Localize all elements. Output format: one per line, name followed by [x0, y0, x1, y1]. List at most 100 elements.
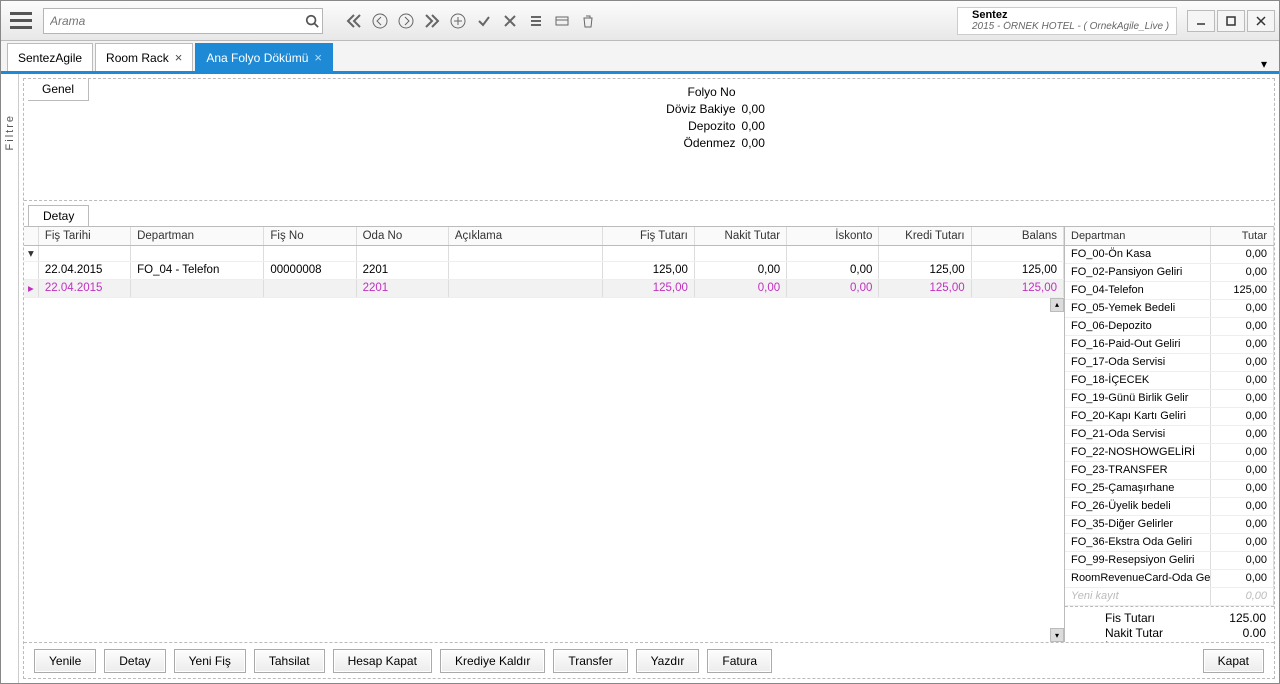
table-row[interactable]: FO_25-Çamaşırhane0,00 — [1065, 479, 1274, 497]
table-row[interactable]: FO_22-NOSHOWGELİRİ0,00 — [1065, 443, 1274, 461]
column-header[interactable]: Fiş Tarihi — [38, 227, 130, 245]
krediye-kaldır-button[interactable]: Krediye Kaldır — [440, 649, 545, 673]
tabs-overflow-icon[interactable]: ▾ — [1255, 57, 1273, 71]
column-header[interactable]: Açıklama — [448, 227, 602, 245]
column-header[interactable]: Tutar — [1211, 227, 1274, 245]
filter-indicator-icon[interactable]: ▾ — [24, 245, 38, 261]
main-panel: Genel Folyo NoDöviz Bakiye0,00Depozito0,… — [23, 78, 1275, 679]
table-row[interactable]: FO_05-Yemek Bedeli0,00 — [1065, 299, 1274, 317]
general-value: 0,00 — [742, 102, 782, 116]
department-table[interactable]: DepartmanTutarFO_00-Ön Kasa0,00FO_02-Pan… — [1065, 227, 1274, 606]
maximize-button[interactable] — [1217, 10, 1245, 32]
table-row[interactable]: ▸22.04.20152201125,000,000,00125,00125,0… — [24, 279, 1064, 297]
column-header[interactable]: İskonto — [787, 227, 879, 245]
cell: FO_25-Çamaşırhane — [1065, 479, 1211, 497]
filter-cell[interactable] — [694, 245, 786, 261]
table-row[interactable]: FO_21-Oda Servisi0,00 — [1065, 425, 1274, 443]
prev-icon[interactable] — [367, 8, 393, 34]
cancel-icon[interactable] — [497, 8, 523, 34]
cell: 0,00 — [787, 261, 879, 279]
filter-cell[interactable] — [448, 245, 602, 261]
column-header[interactable]: Nakit Tutar — [694, 227, 786, 245]
cell: FO_26-Üyelik bedeli — [1065, 497, 1211, 515]
filter-cell[interactable] — [264, 245, 356, 261]
cell: 0,00 — [694, 279, 786, 297]
filter-sidebar[interactable]: Filtre — [1, 74, 19, 683]
cell — [448, 279, 602, 297]
table-row[interactable]: FO_00-Ön Kasa0,00 — [1065, 245, 1274, 263]
table-row[interactable]: FO_26-Üyelik bedeli0,00 — [1065, 497, 1274, 515]
filter-cell[interactable] — [787, 245, 879, 261]
column-header[interactable]: Oda No — [356, 227, 448, 245]
card-icon[interactable] — [549, 8, 575, 34]
table-row[interactable]: FO_99-Resepsiyon Geliri0,00 — [1065, 551, 1274, 569]
transfer-button[interactable]: Transfer — [553, 649, 627, 673]
close-button[interactable] — [1247, 10, 1275, 32]
tab-ana-folyo-dökümü[interactable]: Ana Folyo Dökümü× — [195, 43, 333, 71]
summary-label: Fis Tutarı — [1105, 611, 1155, 625]
general-tab[interactable]: Genel — [28, 79, 89, 101]
table-row[interactable]: FO_36-Ekstra Oda Geliri0,00 — [1065, 533, 1274, 551]
detay-button[interactable]: Detay — [104, 649, 165, 673]
table-row[interactable]: FO_18-İÇECEK0,00 — [1065, 371, 1274, 389]
filter-cell[interactable] — [356, 245, 448, 261]
row-indicator-icon — [24, 261, 38, 279]
column-header[interactable]: Fiş No — [264, 227, 356, 245]
first-icon[interactable] — [341, 8, 367, 34]
tab-close-icon[interactable]: × — [175, 50, 183, 65]
yazdır-button[interactable]: Yazdır — [636, 649, 700, 673]
filter-cell[interactable] — [38, 245, 130, 261]
detail-table[interactable]: Fiş TarihiDepartmanFiş NoOda NoAçıklamaF… — [24, 227, 1064, 298]
table-row[interactable]: FO_16-Paid-Out Geliri0,00 — [1065, 335, 1274, 353]
table-row[interactable]: FO_19-Günü Birlik Gelir0,00 — [1065, 389, 1274, 407]
filter-cell[interactable] — [131, 245, 264, 261]
table-row[interactable]: FO_20-Kapı Kartı Geliri0,00 — [1065, 407, 1274, 425]
table-row[interactable]: FO_04-Telefon125,00 — [1065, 281, 1274, 299]
tab-close-icon[interactable]: × — [314, 50, 322, 65]
hesap-kapat-button[interactable]: Hesap Kapat — [333, 649, 432, 673]
cell: FO_23-TRANSFER — [1065, 461, 1211, 479]
list-icon[interactable] — [523, 8, 549, 34]
table-row[interactable]: FO_06-Depozito0,00 — [1065, 317, 1274, 335]
scroll-down-icon[interactable]: ▾ — [1050, 628, 1064, 642]
detail-tab[interactable]: Detay — [28, 205, 89, 226]
table-row[interactable]: FO_02-Pansiyon Geliri0,00 — [1065, 263, 1274, 281]
table-row[interactable]: RoomRevenueCard-Oda Ge0,00 — [1065, 569, 1274, 587]
minimize-button[interactable] — [1187, 10, 1215, 32]
filter-cell[interactable] — [602, 245, 694, 261]
check-icon[interactable] — [471, 8, 497, 34]
tab-sentezagile[interactable]: SentezAgile — [7, 43, 93, 71]
filter-cell[interactable] — [971, 245, 1063, 261]
cell: 125,00 — [879, 261, 971, 279]
cell: 0,00 — [1211, 317, 1274, 335]
yenile-button[interactable]: Yenile — [34, 649, 96, 673]
search-input[interactable] — [43, 8, 323, 34]
tahsilat-button[interactable]: Tahsilat — [254, 649, 325, 673]
cell: 0,00 — [787, 279, 879, 297]
filter-cell[interactable] — [879, 245, 971, 261]
user-panel[interactable]: Sentez 2015 - ÖRNEK HOTEL - ( OrnekAgile… — [957, 7, 1177, 35]
menu-icon[interactable] — [5, 5, 37, 37]
cell: FO_18-İÇECEK — [1065, 371, 1211, 389]
fatura-button[interactable]: Fatura — [707, 649, 772, 673]
general-value: 0,00 — [742, 136, 782, 150]
new-row[interactable]: Yeni kayıt0,00 — [1065, 587, 1274, 605]
close-panel-button[interactable]: Kapat — [1203, 649, 1264, 673]
table-row[interactable]: 22.04.2015FO_04 - Telefon000000082201125… — [24, 261, 1064, 279]
user-name: Sentez — [972, 9, 1169, 21]
table-row[interactable]: FO_35-Diğer Gelirler0,00 — [1065, 515, 1274, 533]
next-icon[interactable] — [393, 8, 419, 34]
column-header[interactable]: Departman — [1065, 227, 1211, 245]
last-icon[interactable] — [419, 8, 445, 34]
scroll-up-icon[interactable]: ▴ — [1050, 298, 1064, 312]
table-row[interactable]: FO_23-TRANSFER0,00 — [1065, 461, 1274, 479]
yeni-fiş-button[interactable]: Yeni Fiş — [174, 649, 246, 673]
delete-icon[interactable] — [575, 8, 601, 34]
table-row[interactable]: FO_17-Oda Servisi0,00 — [1065, 353, 1274, 371]
add-icon[interactable] — [445, 8, 471, 34]
tab-room-rack[interactable]: Room Rack× — [95, 43, 193, 71]
column-header[interactable]: Fiş Tutarı — [602, 227, 694, 245]
column-header[interactable]: Balans — [971, 227, 1063, 245]
column-header[interactable]: Departman — [131, 227, 264, 245]
column-header[interactable]: Kredi Tutarı — [879, 227, 971, 245]
